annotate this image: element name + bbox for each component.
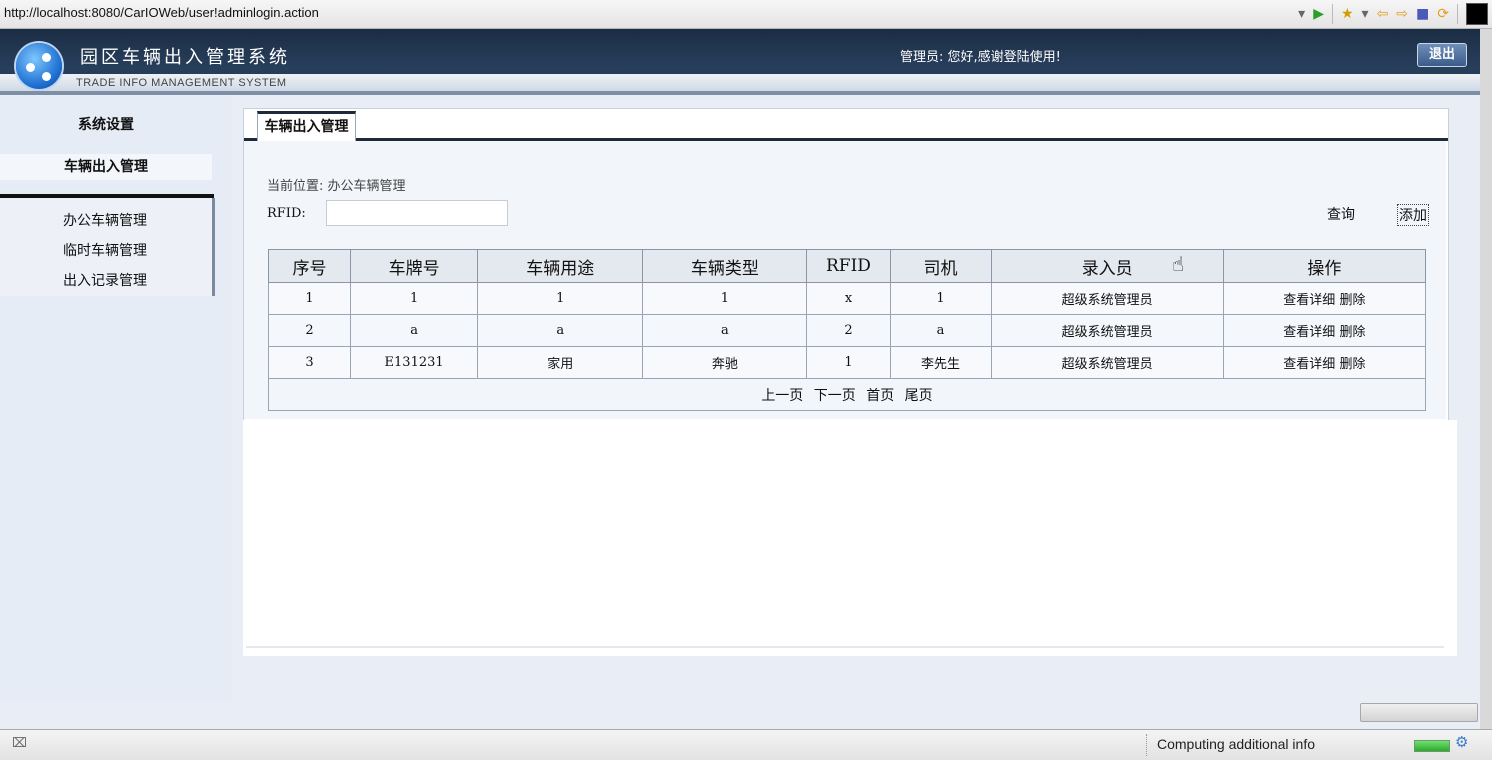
cell-actions: 查看详细 删除	[1222, 346, 1427, 379]
welcome-message: 管理员: 您好,感谢登陆使用!	[900, 50, 1061, 65]
column-header-driver: 司机	[889, 249, 992, 283]
column-header-recorder: 录入员	[990, 249, 1224, 283]
cell-recorder: 超级系统管理员	[990, 346, 1224, 379]
app-header: 园区车辆出入管理系统 TRADE INFO MANAGEMENT SYSTEM …	[0, 29, 1480, 95]
dropdown-icon[interactable]: ▾	[1298, 4, 1305, 24]
content-blank-area	[243, 420, 1457, 656]
cell-usage: a	[477, 314, 644, 347]
view-details-link[interactable]: 查看详细	[1283, 357, 1335, 372]
cell-plate: E131231	[350, 346, 479, 379]
browser-address-bar: http://localhost:8080/CarIOWeb/user!admi…	[0, 0, 1492, 29]
url-field[interactable]: http://localhost:8080/CarIOWeb/user!admi…	[4, 5, 319, 20]
play-icon[interactable]: ▶	[1313, 4, 1324, 24]
delete-link[interactable]: 删除	[1339, 293, 1365, 308]
sidebar-item-office-vehicles[interactable]: 办公车辆管理	[50, 210, 160, 230]
header-strip-shadow	[0, 91, 1480, 95]
status-progress-bar	[1414, 740, 1450, 752]
first-page-link[interactable]: 首页	[866, 388, 894, 404]
cell-recorder: 超级系统管理员	[990, 282, 1224, 315]
star-dropdown-icon[interactable]: ▾	[1362, 4, 1369, 24]
cell-actions: 查看详细 删除	[1222, 282, 1427, 315]
app-logo-icon	[16, 43, 62, 89]
view-details-link[interactable]: 查看详细	[1283, 325, 1335, 340]
cell-actions: 查看详细 删除	[1222, 314, 1427, 347]
content-bottom-line	[246, 646, 1444, 648]
cell-usage: 家用	[477, 346, 644, 379]
vertical-scrollbar[interactable]	[1480, 29, 1492, 729]
panel-body: 当前位置: 办公车辆管理 RFID: 查询 添加 序号 车牌号 车辆用途 车辆类…	[244, 141, 1446, 419]
view-details-link[interactable]: 查看详细	[1283, 293, 1335, 308]
cell-type: a	[642, 314, 808, 347]
rfid-input[interactable]	[326, 200, 508, 226]
pager: 上一页 下一页 首页 尾页	[268, 378, 1426, 411]
cell-rfid: x	[806, 282, 891, 315]
query-button[interactable]: 查询	[1327, 204, 1355, 224]
sidebar-item-temporary-vehicles[interactable]: 临时车辆管理	[50, 240, 160, 260]
horizontal-scrollbar[interactable]	[1360, 703, 1478, 722]
extension-icon[interactable]	[1466, 3, 1488, 25]
table-row: 2 a a a 2 a 超级系统管理员 查看详细 删除	[267, 314, 1427, 347]
page-status-icon: ⌧	[12, 736, 27, 751]
app-title: 园区车辆出入管理系统	[80, 47, 290, 68]
sidebar-submenu: 办公车辆管理 临时车辆管理 出入记录管理	[0, 198, 215, 296]
table-row: 3 E131231 家用 奔驰 1 李先生 超级系统管理员 查看详细 删除	[267, 346, 1427, 379]
tab-vehicle-access[interactable]: 车辆出入管理	[257, 111, 356, 142]
cell-plate: 1	[350, 282, 479, 315]
cell-rfid: 1	[806, 346, 891, 379]
next-page-link[interactable]: 下一页	[814, 388, 856, 404]
refresh-icon[interactable]: ⟳	[1437, 4, 1449, 24]
column-header-actions: 操作	[1222, 249, 1427, 283]
status-divider	[1146, 734, 1148, 756]
toolbar-divider	[1331, 4, 1333, 24]
sidebar-section-vehicle-access[interactable]: 车辆出入管理	[0, 154, 212, 180]
arrow-right-icon[interactable]: ⇨	[1396, 4, 1408, 24]
sidebar-section-system-settings[interactable]: 系统设置	[0, 114, 212, 134]
last-page-link[interactable]: 尾页	[905, 388, 933, 404]
network-icon: ⚙	[1455, 733, 1469, 751]
vehicle-table: 序号 车牌号 车辆用途 车辆类型 RFID 司机 录入员 操作 1 1 1 1 …	[267, 249, 1427, 411]
cell-driver: 1	[889, 282, 992, 315]
cell-recorder: 超级系统管理员	[990, 314, 1224, 347]
column-header-plate: 车牌号	[350, 249, 479, 283]
hand-cursor-icon: ☝	[1172, 252, 1185, 276]
main-panel: 车辆出入管理 当前位置: 办公车辆管理 RFID: 查询 添加 序号 车牌号 车…	[243, 108, 1449, 422]
table-header-row: 序号 车牌号 车辆用途 车辆类型 RFID 司机 录入员 操作	[267, 249, 1427, 283]
cell-index: 3	[267, 346, 352, 379]
add-button[interactable]: 添加	[1397, 204, 1429, 226]
column-header-rfid: RFID	[806, 249, 891, 283]
column-header-type: 车辆类型	[642, 249, 808, 283]
cell-plate: a	[350, 314, 479, 347]
pager-row: 上一页 下一页 首页 尾页	[268, 378, 1426, 411]
sidebar: 系统设置 车辆出入管理 办公车辆管理 临时车辆管理 出入记录管理	[0, 96, 232, 700]
cell-index: 1	[267, 282, 352, 315]
cell-driver: a	[889, 314, 992, 347]
star-icon[interactable]: ★	[1341, 4, 1354, 24]
prev-page-link[interactable]: 上一页	[761, 388, 803, 404]
cell-usage: 1	[477, 282, 644, 315]
rfid-label: RFID:	[267, 206, 306, 221]
column-header-index: 序号	[267, 249, 352, 283]
browser-status-bar: ⌧ Computing additional info ⚙	[0, 729, 1492, 760]
cell-type: 奔驰	[642, 346, 808, 379]
stop-icon[interactable]: ■	[1416, 4, 1429, 24]
table-row: 1 1 1 1 x 1 超级系统管理员 查看详细 删除	[267, 282, 1427, 315]
delete-link[interactable]: 删除	[1339, 357, 1365, 372]
cell-type: 1	[642, 282, 808, 315]
cell-rfid: 2	[806, 314, 891, 347]
arrow-left-icon[interactable]: ⇦	[1377, 4, 1389, 24]
logout-button[interactable]: 退出	[1417, 43, 1467, 67]
status-text: Computing additional info	[1157, 736, 1315, 752]
toolbar-divider	[1457, 4, 1458, 24]
app-subtitle: TRADE INFO MANAGEMENT SYSTEM	[76, 77, 287, 89]
sidebar-item-access-records[interactable]: 出入记录管理	[50, 270, 160, 290]
cell-driver: 李先生	[889, 346, 992, 379]
column-header-usage: 车辆用途	[477, 249, 644, 283]
cell-index: 2	[267, 314, 352, 347]
breadcrumb: 当前位置: 办公车辆管理	[267, 179, 406, 194]
delete-link[interactable]: 删除	[1339, 325, 1365, 340]
page-bottom-band	[0, 700, 1480, 730]
browser-toolbar: ▾ ▶ ★ ▾ ⇦ ⇨ ■ ⟳	[1298, 3, 1488, 25]
